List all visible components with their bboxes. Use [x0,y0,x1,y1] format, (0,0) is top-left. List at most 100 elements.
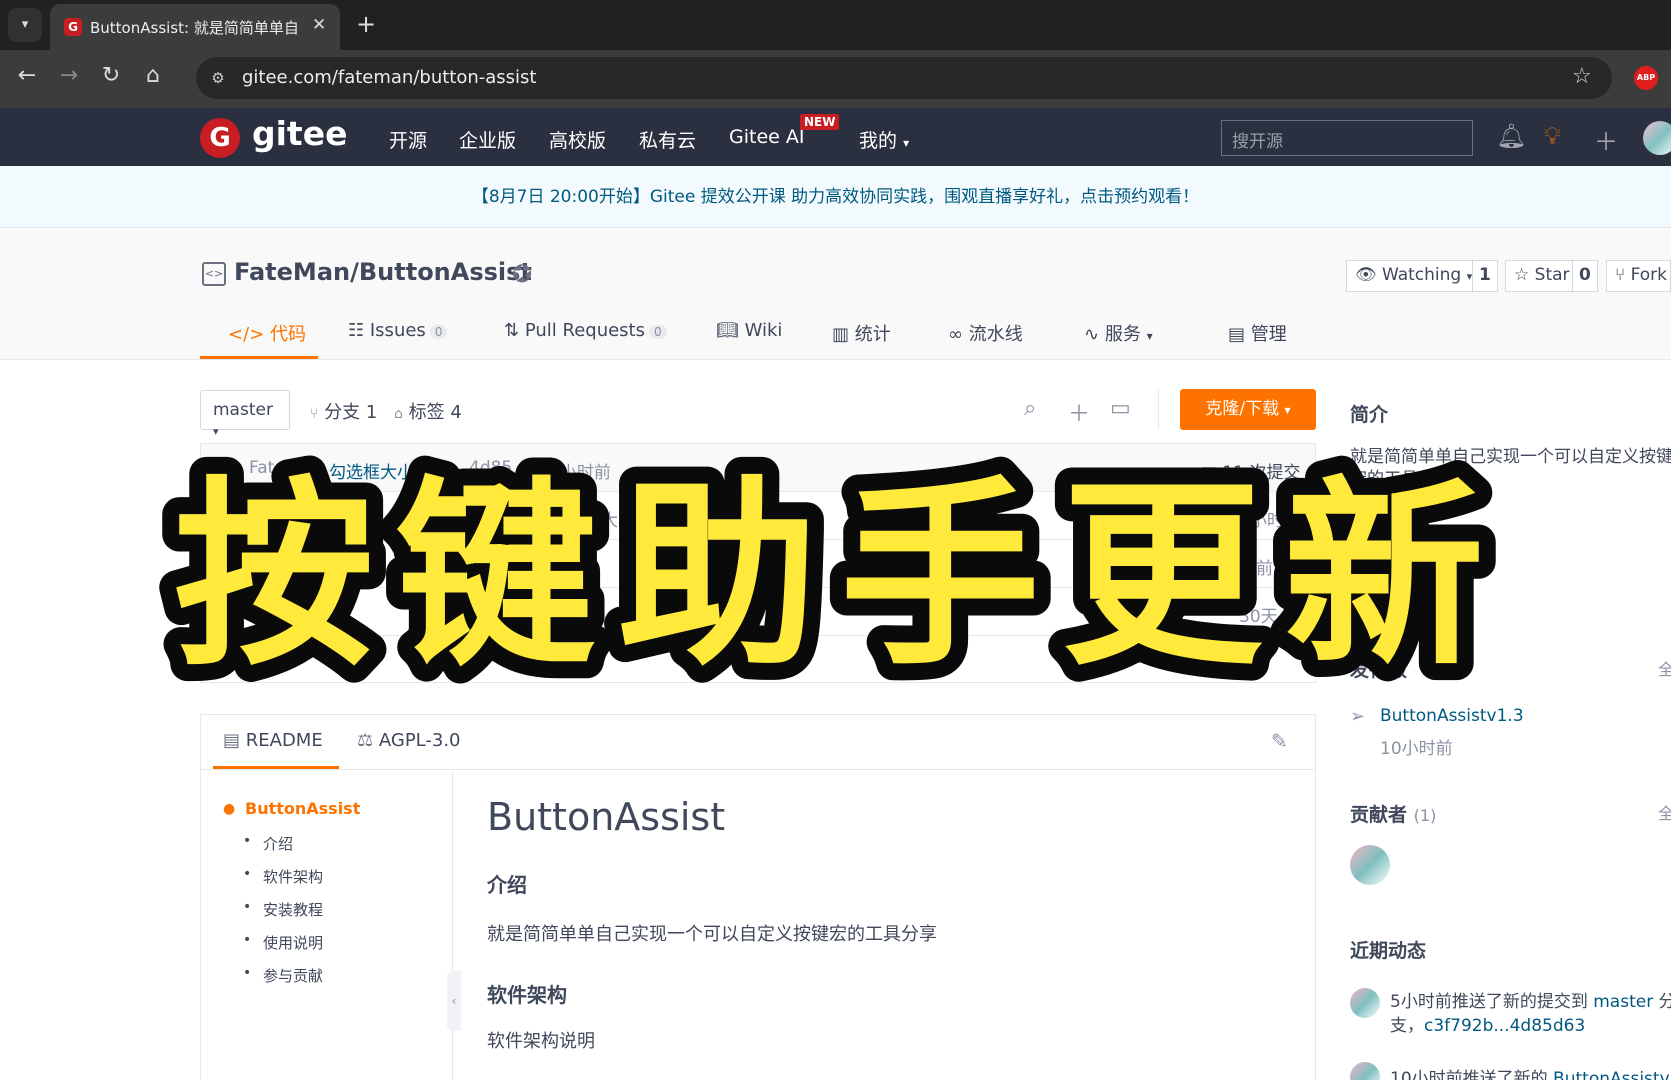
notification-bell-icon[interactable]: 🔔︎ [1496,122,1526,150]
tab-list-chevron-icon[interactable]: ▾ [8,8,42,42]
wiki-book-icon: 📖︎ [716,320,739,341]
tags-link[interactable]: ⌂ 标签 4 [394,398,462,424]
activity-avatar[interactable] [1350,1062,1380,1080]
active-tab-indicator [200,356,318,359]
toc-bullet: • [243,932,252,948]
readme-title: ButtonAssist [487,795,726,839]
toc-item-usage[interactable]: 使用说明 [263,932,323,953]
toc-item-arch[interactable]: 软件架构 [263,866,323,887]
pulse-icon: ∿ [1084,324,1100,345]
star-label: Star [1534,265,1570,285]
screen: ▾ G ButtonAssist: 就是简简单单自己实现一个可以自定义按键宏的工… [0,0,1671,1080]
toc-collapse-chevron-icon[interactable]: ‹ [447,971,461,1031]
fork-button[interactable]: ⑂ Fork [1606,260,1671,292]
gitee-header: G gitee 开源 企业版 高校版 私有云 Gitee AI NEW 我的 ▾… [0,108,1671,166]
add-file-plus-icon[interactable]: ＋ [1068,396,1090,428]
adblock-extension-icon[interactable]: ABP [1634,66,1658,90]
releases-all-link[interactable]: 全 [1658,656,1671,680]
activity-item: 10小时前推送了新的 ButtonAssistv1 [1390,1064,1671,1080]
award-badge-icon: ✪ [512,260,533,288]
release-send-icon: ➢ [1350,706,1366,727]
web-ide-monitor-icon[interactable]: ▭ [1110,396,1131,421]
nav-gitee-ai[interactable]: Gitee AI [729,126,804,148]
nav-mine[interactable]: 我的 ▾ [859,126,909,153]
eye-icon: 👁︎ [1355,265,1377,285]
search-icon[interactable]: ⌕ [1024,396,1036,421]
bar-chart-icon: ▥ [832,324,850,345]
tab-license[interactable]: ⚖ AGPL-3.0 [357,730,461,751]
back-arrow-icon[interactable]: ← [12,63,42,88]
toc-bullet: • [243,866,252,882]
tab-wiki-label: Wiki [744,320,783,341]
url-text: gitee.com/fateman/button-assist [242,67,537,88]
browser-tab[interactable]: G ButtonAssist: 就是简简单单自己实现一个可以自定义按键宏的工具分… [50,4,340,50]
nav-private-cloud[interactable]: 私有云 [639,126,696,153]
home-icon[interactable]: ⌂ [138,63,168,88]
search-input[interactable]: 搜开源 [1221,120,1473,156]
browser-tab-strip: ▾ G ButtonAssist: 就是简简单单自己实现一个可以自定义按键宏的工… [0,0,1671,50]
tab-issues[interactable]: ☷ Issues 0 [348,320,448,341]
toc-item-intro[interactable]: 介绍 [263,833,293,854]
fork-icon: ⑂ [1615,265,1626,285]
user-avatar[interactable] [1643,121,1671,155]
nav-university[interactable]: 高校版 [549,126,606,153]
site-info-icon[interactable]: ⚙ [206,66,230,90]
tab-pull-requests[interactable]: ⇅ Pull Requests 0 [504,320,667,341]
tab-service[interactable]: ∿ 服务 ▾ [1084,320,1153,346]
bookmark-star-icon[interactable]: ☆ [1572,64,1592,89]
tab-license-label: AGPL-3.0 [378,730,461,751]
lightbulb-icon[interactable]: 💡︎ [1544,122,1561,150]
star-count[interactable]: 0 [1572,260,1598,292]
nav-mine-label: 我的 [859,130,898,152]
gitee-favicon-icon: G [64,18,82,36]
activity-text: 10小时前推送了新的 [1390,1069,1548,1080]
activity-avatar[interactable] [1350,988,1380,1018]
contributor-avatar[interactable] [1350,845,1390,885]
toc-item-install[interactable]: 安装教程 [263,899,323,920]
branches-link[interactable]: ⑂ 分支 1 [310,398,377,424]
contributors-label: 贡献者 [1350,804,1408,826]
tab-code[interactable]: </> 代码 [228,320,306,346]
watching-count[interactable]: 1 [1472,260,1498,292]
address-bar[interactable]: ⚙ gitee.com/fateman/button-assist ☆ [196,57,1612,99]
tab-code-label: 代码 [269,324,306,345]
activity-commit-link[interactable]: c3f792b...4d85d63 [1424,1016,1585,1036]
new-tab-plus-icon[interactable]: + [356,10,376,38]
new-badge: NEW [800,114,840,130]
tab-manage[interactable]: ▤ 管理 [1228,320,1287,346]
tab-wiki[interactable]: 📖︎ Wiki [716,320,782,341]
tab-readme[interactable]: ▤ README [223,730,323,751]
watching-button[interactable]: 👁︎ Watching ▾ [1346,260,1482,292]
release-time: 10小时前 [1380,739,1453,759]
repo-title[interactable]: FateMan/ButtonAssist [234,258,532,286]
activity-branch-link[interactable]: master [1593,992,1653,1012]
branch-select[interactable]: master ▾ [200,390,290,438]
release-link[interactable]: ButtonAssistv1.3 [1380,706,1524,726]
announcement-banner[interactable]: 【8月7日 20:00开始】Gitee 提效公开课 助力高效协同实践，围观直播享… [0,166,1671,228]
readme-tab-bar: ▤ README ⚖ AGPL-3.0 ✎ [201,715,1315,770]
star-button[interactable]: ☆ Star [1505,260,1579,292]
contributors-all-link[interactable]: 全 [1658,800,1671,824]
toc-item-contribute[interactable]: 参与贡献 [263,965,323,986]
gitee-logo-icon[interactable]: G [200,118,240,158]
create-plus-icon[interactable]: ＋ [1594,122,1618,157]
issues-count: 0 [429,325,448,339]
tab-close-icon[interactable]: ✕ [312,15,326,35]
toc-item-main[interactable]: ButtonAssist [245,799,360,818]
reload-icon[interactable]: ↻ [96,63,126,88]
gitee-logo-text[interactable]: gitee [252,114,347,153]
toc-bullet: • [243,833,252,849]
clone-download-button[interactable]: 克隆/下载 ▾ [1180,389,1316,430]
edit-icon[interactable]: ✎ [1271,729,1288,753]
repo-header: <> FateMan/ButtonAssist ✪ 👁︎ Watching ▾ … [0,228,1671,360]
nav-enterprise[interactable]: 企业版 [459,126,516,153]
nav-open-source[interactable]: 开源 [389,126,427,153]
forward-arrow-icon[interactable]: → [54,63,84,88]
tab-title: ButtonAssist: 就是简简单单自己实现一个可以自定义按键宏的工具分享 [90,19,300,37]
code-icon: </> [228,324,265,345]
tab-stats[interactable]: ▥ 统计 [832,320,891,346]
toc-bullet: • [243,899,252,915]
watching-label: Watching [1382,265,1462,285]
activity-release-link[interactable]: ButtonAssistv1 [1553,1069,1671,1080]
tab-pipeline[interactable]: ∞ 流水线 [948,320,1023,346]
